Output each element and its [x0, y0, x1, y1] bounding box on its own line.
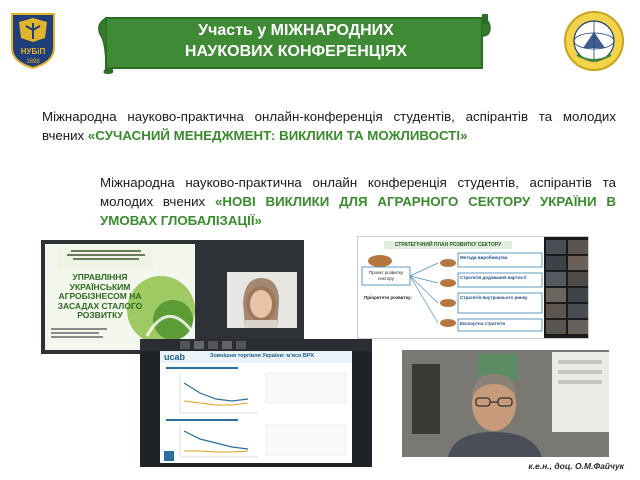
- slide-box-export: Експортна стратегія: [460, 321, 505, 326]
- conference-1-description: Міжнародна науково-практична онлайн-конф…: [42, 107, 616, 145]
- nubip-logo: НУБіП 1898: [11, 13, 55, 70]
- author-signature: к.е.н., доц. О.М.Файчук: [528, 461, 624, 471]
- slide-title-sustainable: УПРАВЛІННЯ УКРАЇНСЬКИМ АГРОБІЗНЕСОМ НА З…: [57, 272, 143, 320]
- department-emblem: [564, 11, 624, 71]
- conference-screenshot-3: ucab Зовнішня торгівля України: м'ясо ВР…: [140, 339, 372, 467]
- conference-screenshot-4: [402, 344, 609, 457]
- ucab-logo: ucab: [164, 352, 186, 362]
- slide-title-strategic-plan: СТРАТЕГІЧНИЙ ПЛАН РОЗВИТКУ СЕКТОРУ: [394, 242, 502, 248]
- conference-screenshot-2: СТРАТЕГІЧНИЙ ПЛАН РОЗВИТКУ СЕКТОРУ Проек…: [357, 236, 589, 339]
- conference-screenshot-1: УПРАВЛІННЯ УКРАЇНСЬКИМ АГРОБІЗНЕСОМ НА З…: [41, 240, 304, 354]
- slide-box-market: Стратегія внутрішнього ринку: [460, 295, 528, 300]
- slide-title-foreign-trade: Зовнішня торгівля України: м'ясо ВРХ: [210, 353, 315, 359]
- title-line-2: НАУКОВИХ КОНФЕРЕНЦІЯХ: [184, 43, 408, 60]
- page-title: Участь у МІЖНАРОДНИХ НАУКОВИХ КОНФЕРЕНЦІ…: [120, 20, 472, 62]
- slide-box-value: Стратегія додавання вартості: [460, 275, 527, 280]
- logo-text: НУБіП: [21, 47, 46, 56]
- slide-priorities-title: Пріоритети розвитку:: [364, 295, 412, 300]
- slide-box-methods: Методи виробництва: [460, 255, 508, 260]
- conference-2-description: Міжнародна науково-практична онлайн конф…: [100, 173, 616, 230]
- conference-1-title: «СУЧАСНИЙ МЕНЕДЖМЕНТ: ВИКЛИКИ ТА МОЖЛИВО…: [87, 128, 468, 143]
- title-line-1: Участь у МІЖНАРОДНИХ: [198, 22, 394, 39]
- slide-box-project: Проект розвитку сектору: [368, 270, 404, 281]
- logo-year: 1898: [26, 59, 40, 65]
